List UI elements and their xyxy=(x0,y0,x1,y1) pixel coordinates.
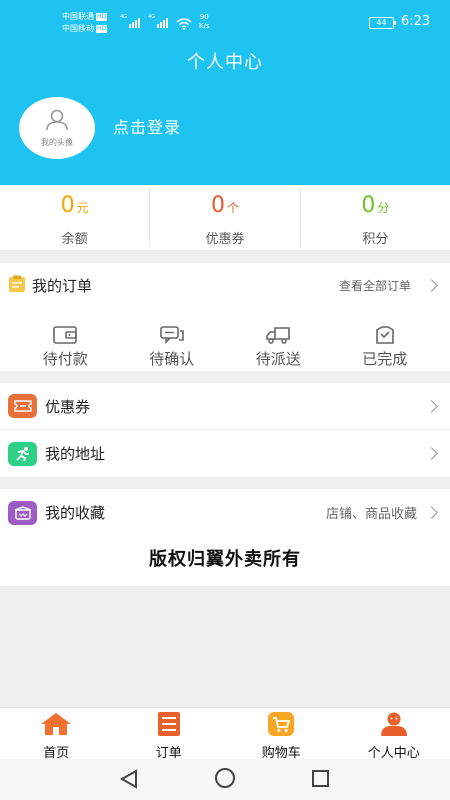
tab-cart[interactable]: 购物车 xyxy=(225,708,338,761)
stat-balance[interactable]: 0元 余额 xyxy=(0,188,151,247)
signal-icon: 4G xyxy=(120,14,141,28)
carrier-1: 中国联通 xyxy=(62,12,94,21)
carrier-info: 中国联通 HD 中国移动 HD xyxy=(62,11,108,35)
speed-value: 90 xyxy=(199,13,209,21)
orders-section: 我的订单 查看全部订单 待付款 待确认 待派送 已完成 xyxy=(0,263,450,371)
menu-item-coupons[interactable]: 优惠券 xyxy=(0,383,450,430)
order-pending-payment[interactable]: 待付款 xyxy=(20,326,110,369)
chevron-right-icon xyxy=(425,399,438,413)
hd-badge: HD xyxy=(96,12,108,21)
chevron-right-icon xyxy=(425,279,438,292)
chevron-right-icon xyxy=(425,447,438,460)
chevron-right-icon xyxy=(425,506,438,519)
home-icon xyxy=(40,712,72,740)
order-status-label: 待付款 xyxy=(42,350,88,368)
wallet-icon xyxy=(53,326,78,348)
stat-coupons[interactable]: 0个 优惠券 xyxy=(150,188,301,247)
truck-icon xyxy=(266,327,291,348)
chat-icon xyxy=(159,326,184,348)
ticket-icon xyxy=(8,394,37,418)
avatar-label: 我的头像 xyxy=(41,137,73,147)
bottom-tab-bar: 首页 订单 购物车 个人中心 xyxy=(0,707,450,761)
order-status-row: 待付款 待确认 待派送 已完成 xyxy=(0,308,450,369)
stat-unit: 分 xyxy=(377,201,390,215)
menu-item-address[interactable]: 我的地址 xyxy=(0,430,450,477)
stat-value: 0 xyxy=(60,193,75,218)
view-all-orders-link[interactable]: 查看全部订单 xyxy=(339,277,411,294)
account-stats: 0元 余额 0个 优惠券 0分 积分 xyxy=(0,185,450,250)
stat-points[interactable]: 0分 积分 xyxy=(301,188,450,247)
order-status-label: 待派送 xyxy=(255,350,301,368)
page-title: 个人中心 xyxy=(187,52,263,73)
speed-unit: K/s xyxy=(199,22,210,30)
copyright-notice: 版权归翼外卖所有 xyxy=(0,536,450,586)
orders-header[interactable]: 我的订单 查看全部订单 xyxy=(0,263,450,308)
menu-label: 我的地址 xyxy=(45,445,106,463)
clock: 6:23 xyxy=(401,14,431,29)
stat-label: 积分 xyxy=(362,232,389,247)
avatar[interactable]: 我的头像 xyxy=(19,97,95,159)
signal-icon: 4G xyxy=(148,14,169,28)
menu-label: 优惠券 xyxy=(45,397,91,416)
hd-badge: HD xyxy=(96,24,108,33)
status-bar: 中国联通 HD 中国移动 HD 4G 4G 90 K/s 44 6:23 xyxy=(0,8,450,38)
stat-value: 0 xyxy=(210,193,225,218)
runner-icon xyxy=(8,441,37,466)
recent-apps-icon[interactable] xyxy=(312,770,329,787)
order-pending-delivery[interactable]: 待派送 xyxy=(233,326,323,369)
back-icon[interactable] xyxy=(119,769,138,793)
profile-icon xyxy=(378,712,410,740)
user-icon xyxy=(44,109,70,135)
order-list-icon xyxy=(153,712,185,740)
favorites-menu: 我的收藏 店铺、商品收藏 xyxy=(0,489,450,536)
order-status-label: 待确认 xyxy=(149,350,195,368)
network-type: 4G xyxy=(120,14,128,20)
login-link[interactable]: 点击登录 xyxy=(113,114,181,138)
favorites-box-icon xyxy=(8,500,37,525)
wifi-icon xyxy=(176,15,192,34)
cart-icon xyxy=(265,712,297,740)
system-nav-bar xyxy=(0,759,450,800)
stat-unit: 个 xyxy=(226,201,239,215)
stat-value: 0 xyxy=(361,193,376,218)
bag-check-icon xyxy=(373,326,397,348)
stat-label: 余额 xyxy=(61,232,88,247)
tab-profile[interactable]: 个人中心 xyxy=(338,708,450,761)
services-menu: 优惠券 我的地址 xyxy=(0,383,450,477)
battery-icon: 44 xyxy=(369,17,396,29)
carrier-2: 中国移动 xyxy=(62,24,94,33)
stat-label: 优惠券 xyxy=(205,232,245,247)
menu-item-favorites[interactable]: 我的收藏 店铺、商品收藏 xyxy=(0,489,450,536)
clipboard-icon xyxy=(8,275,26,297)
order-pending-confirm[interactable]: 待确认 xyxy=(127,326,217,369)
network-speed: 90 K/s xyxy=(199,13,210,31)
tab-orders[interactable]: 订单 xyxy=(113,708,226,761)
orders-title: 我的订单 xyxy=(32,277,93,295)
home-circle-icon[interactable] xyxy=(215,768,235,788)
network-type: 4G xyxy=(148,14,156,20)
tab-home[interactable]: 首页 xyxy=(0,708,113,761)
order-status-label: 已完成 xyxy=(362,350,408,368)
menu-label: 我的收藏 xyxy=(45,504,106,522)
profile-header: 中国联通 HD 中国移动 HD 4G 4G 90 K/s 44 6:23 个人中心 … xyxy=(0,0,450,185)
stat-unit: 元 xyxy=(76,201,89,215)
favorites-hint: 店铺、商品收藏 xyxy=(325,507,417,522)
order-completed[interactable]: 已完成 xyxy=(340,326,430,369)
